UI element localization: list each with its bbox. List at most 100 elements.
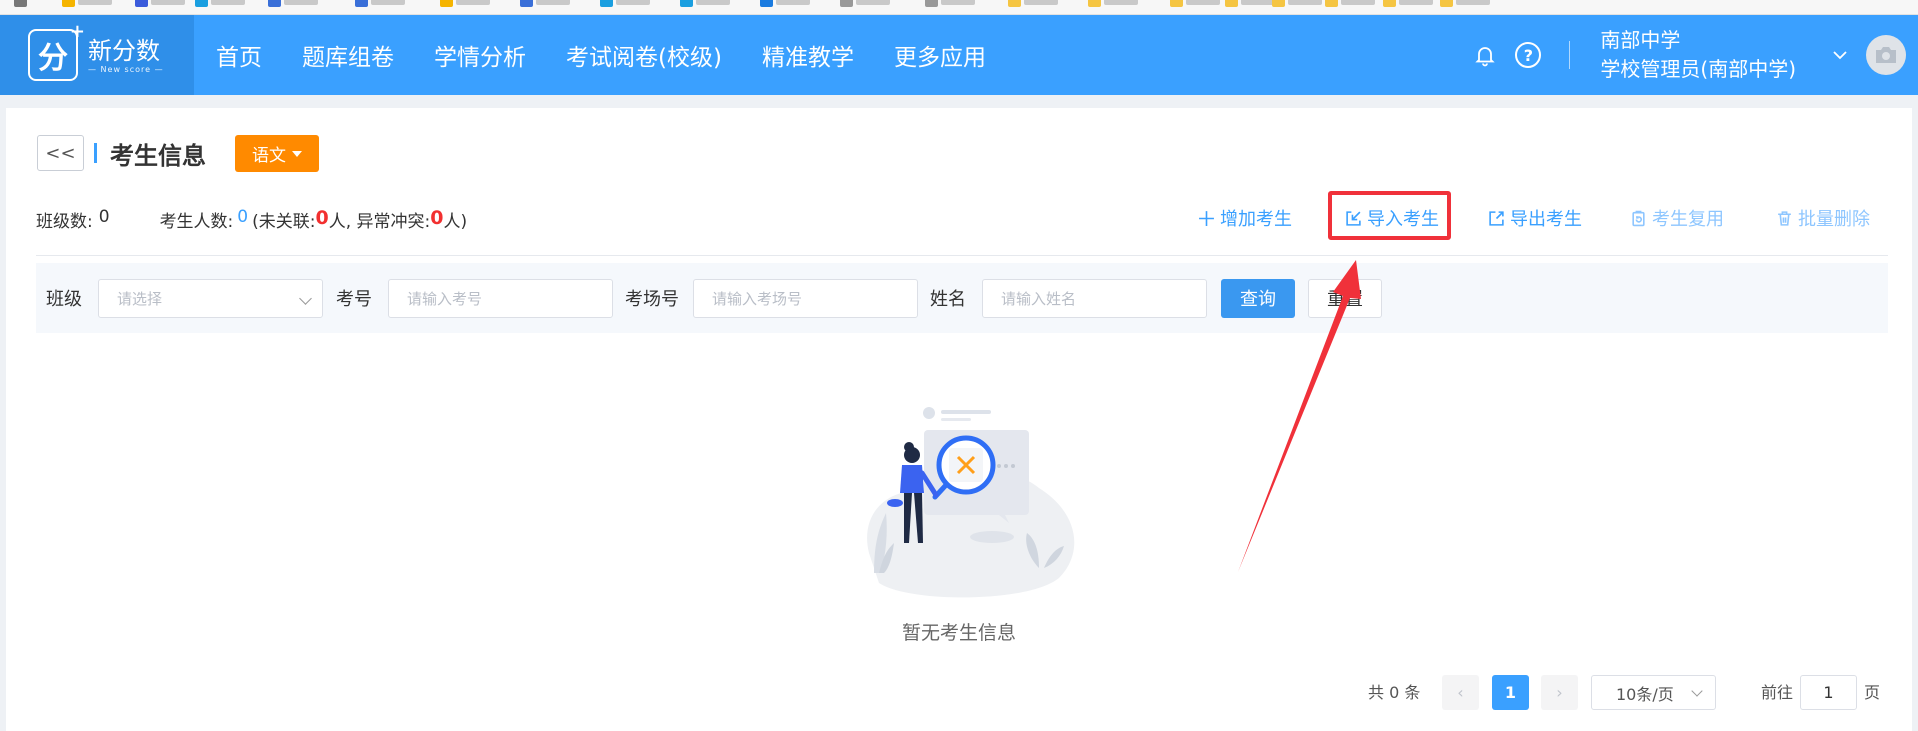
bookmark-item[interactable] bbox=[1325, 0, 1375, 8]
room-no-input[interactable]: 请输入考场号 bbox=[693, 278, 918, 318]
goto-page-input[interactable]: 1 bbox=[1800, 675, 1857, 710]
name-label: 姓名 bbox=[930, 289, 966, 310]
exam-no-input[interactable]: 请输入考号 bbox=[388, 278, 613, 318]
title-accent-bar bbox=[94, 143, 97, 163]
filter-bar: 班级 请选择 考号 请输入考号 考场号 请输入考场号 姓名 请输入姓名 查询 重… bbox=[36, 263, 1888, 333]
subject-dropdown[interactable]: 语文 bbox=[235, 135, 319, 172]
app-logo[interactable]: 分 新分数 — New score — bbox=[0, 15, 194, 95]
bookmark-item[interactable] bbox=[1272, 0, 1322, 8]
student-count-label: 考生人数: bbox=[159, 212, 234, 232]
nav-item-more-apps[interactable]: 更多应用 bbox=[894, 38, 986, 72]
subject-label: 语文 bbox=[252, 146, 286, 166]
page-size-select[interactable]: 10条/页 bbox=[1591, 675, 1716, 710]
bookmark-item[interactable] bbox=[1440, 0, 1490, 8]
page-suffix-label: 页 bbox=[1864, 683, 1881, 702]
empty-state-illustration bbox=[867, 407, 1075, 598]
nav-item-exam-marking[interactable]: 考试阅卷(校级) bbox=[566, 38, 722, 72]
reuse-students-label: 考生复用 bbox=[1652, 209, 1724, 230]
help-icon[interactable]: ? bbox=[1515, 42, 1542, 68]
bell-icon[interactable] bbox=[1473, 43, 1497, 67]
bookmark-item[interactable] bbox=[135, 0, 185, 8]
bookmark-item[interactable] bbox=[520, 0, 570, 8]
browser-bookmarks-bar bbox=[0, 0, 1918, 15]
batch-delete-label: 批量删除 bbox=[1798, 209, 1870, 230]
student-count-value: 0 bbox=[237, 207, 249, 227]
bookmark-item[interactable] bbox=[14, 0, 27, 8]
unlinked-label: (未关联: bbox=[252, 212, 316, 232]
bookmark-item[interactable] bbox=[840, 0, 890, 8]
logo-mark: 分 bbox=[28, 21, 85, 81]
nav-item-home[interactable]: 首页 bbox=[216, 38, 262, 72]
exam-no-label: 考号 bbox=[336, 289, 372, 310]
nav-item-learning-analysis[interactable]: 学情分析 bbox=[434, 38, 526, 72]
reuse-icon bbox=[1632, 210, 1645, 226]
unlinked-count-value: 0 bbox=[315, 207, 329, 229]
chevron-down-icon[interactable] bbox=[1832, 47, 1848, 63]
logo-name: 新分数 bbox=[88, 36, 160, 65]
export-icon bbox=[1489, 210, 1504, 226]
section-divider bbox=[36, 255, 1888, 256]
bookmark-item[interactable] bbox=[268, 0, 318, 8]
reuse-students-button[interactable]: 考生复用 bbox=[1630, 199, 1724, 237]
content-card: << 考生信息 语文 班级数: 0 考生人数: 0 (未关联: 0 人, 异常冲… bbox=[6, 108, 1912, 731]
chevron-down-icon bbox=[299, 291, 312, 305]
avatar[interactable] bbox=[1866, 35, 1906, 75]
bookmark-item[interactable] bbox=[680, 0, 730, 8]
top-navigation-bar: 分 新分数 — New score — 首页 题库组卷 学情分析 考试阅卷(校级… bbox=[0, 15, 1918, 95]
conflict-label: 人, 异常冲突: bbox=[328, 212, 431, 232]
user-area: ? 南部中学 学校管理员(南部中学) bbox=[1473, 15, 1918, 95]
bookmark-item[interactable] bbox=[440, 0, 490, 8]
student-stats: 班级数: 0 考生人数: 0 (未关联: 0 人, 异常冲突: 0 人) bbox=[36, 207, 467, 232]
name-input[interactable]: 请输入姓名 bbox=[982, 278, 1207, 318]
conflict-count-value: 0 bbox=[430, 207, 444, 229]
reset-button[interactable]: 重置 bbox=[1308, 278, 1382, 318]
page-title: 考生信息 bbox=[110, 142, 206, 170]
bookmark-item[interactable] bbox=[195, 0, 245, 8]
pagination-next-button[interactable]: › bbox=[1541, 675, 1578, 710]
page-size-value: 10条/页 bbox=[1616, 684, 1674, 704]
pagination-total: 共 0 条 bbox=[1368, 683, 1421, 702]
camera-icon bbox=[1876, 47, 1896, 63]
stats-suffix: 人) bbox=[443, 212, 468, 232]
export-students-button[interactable]: 导出考生 bbox=[1488, 199, 1582, 237]
user-info[interactable]: 南部中学 学校管理员(南部中学) bbox=[1600, 26, 1796, 84]
nav-divider bbox=[1569, 41, 1571, 69]
back-button[interactable]: << bbox=[37, 135, 84, 171]
query-button[interactable]: 查询 bbox=[1221, 278, 1295, 318]
empty-state-text: 暂无考生信息 bbox=[901, 622, 1016, 644]
bookmark-item[interactable] bbox=[355, 0, 405, 8]
pagination-page-current[interactable]: 1 bbox=[1492, 675, 1529, 710]
plus-icon bbox=[1199, 210, 1214, 226]
bookmark-item[interactable] bbox=[1008, 0, 1058, 8]
annotation-highlight-box bbox=[1328, 191, 1451, 240]
bookmark-item[interactable] bbox=[1225, 0, 1275, 8]
caret-down-icon bbox=[292, 150, 302, 157]
bookmark-item[interactable] bbox=[62, 0, 112, 8]
room-no-label: 考场号 bbox=[625, 289, 679, 310]
logo-text: 新分数 — New score — bbox=[88, 37, 164, 74]
user-role: 学校管理员(南部中学) bbox=[1600, 57, 1796, 81]
user-school: 南部中学 bbox=[1600, 28, 1681, 52]
export-students-label: 导出考生 bbox=[1510, 209, 1582, 230]
bookmark-item[interactable] bbox=[760, 0, 810, 8]
bookmark-item[interactable] bbox=[600, 0, 650, 8]
nav-item-precision-teaching[interactable]: 精准教学 bbox=[762, 38, 854, 72]
bookmark-item[interactable] bbox=[925, 0, 975, 8]
goto-label: 前往 bbox=[1761, 683, 1794, 702]
nav-item-question-bank[interactable]: 题库组卷 bbox=[302, 38, 394, 72]
logo-slogan: — New score — bbox=[88, 64, 164, 74]
trash-icon bbox=[1778, 210, 1791, 226]
batch-delete-button[interactable]: 批量删除 bbox=[1776, 199, 1870, 237]
class-filter-label: 班级 bbox=[46, 289, 82, 310]
class-select-placeholder: 请选择 bbox=[117, 289, 163, 308]
class-count-label: 班级数: bbox=[36, 212, 93, 232]
class-select[interactable]: 请选择 bbox=[98, 278, 323, 318]
pagination-prev-button[interactable]: ‹ bbox=[1442, 675, 1479, 710]
add-student-label: 增加考生 bbox=[1220, 209, 1292, 230]
main-menu: 首页 题库组卷 学情分析 考试阅卷(校级) 精准教学 更多应用 bbox=[196, 15, 1006, 95]
bookmark-item[interactable] bbox=[1170, 0, 1220, 8]
class-count-value: 0 bbox=[98, 207, 110, 227]
bookmark-item[interactable] bbox=[1088, 0, 1138, 8]
add-student-button[interactable]: 增加考生 bbox=[1198, 199, 1292, 237]
bookmark-item[interactable] bbox=[1383, 0, 1433, 8]
